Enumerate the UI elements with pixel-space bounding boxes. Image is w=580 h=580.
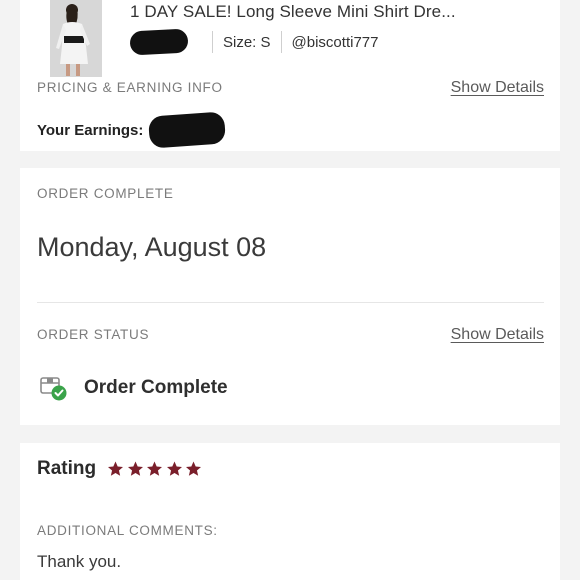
order-complete-date: Monday, August 08 xyxy=(37,232,267,262)
order-status-row: Order Complete xyxy=(39,374,228,402)
box-check-icon xyxy=(40,377,67,401)
earnings-row: Your Earnings: xyxy=(37,111,227,149)
dress-photo-icon xyxy=(50,0,102,77)
rating-row: Rating xyxy=(37,458,204,480)
meta-divider xyxy=(212,31,213,53)
star-icon xyxy=(127,461,143,476)
meta-divider xyxy=(280,31,282,53)
redacted-earnings xyxy=(148,111,227,149)
star-icon xyxy=(166,461,182,476)
earnings-label: Your Earnings: xyxy=(37,121,144,139)
star-icon xyxy=(147,461,163,476)
pricing-show-details-link[interactable]: Show Details xyxy=(451,79,544,97)
seller-username[interactable]: @biscotti777 xyxy=(292,34,379,51)
order-status-text: Order Complete xyxy=(84,377,228,398)
order-card: ORDER COMPLETE Monday, August 08 ORDER S… xyxy=(20,168,560,425)
status-show-details-link[interactable]: Show Details xyxy=(451,326,544,344)
rating-label: Rating xyxy=(37,458,97,479)
order-details-page: 1 DAY SALE! Long Sleeve Mini Shirt Dre..… xyxy=(20,0,560,580)
order-complete-label: ORDER COMPLETE xyxy=(37,186,174,201)
listing-card: 1 DAY SALE! Long Sleeve Mini Shirt Dre..… xyxy=(20,0,560,151)
rating-stars xyxy=(106,460,204,478)
listing-title[interactable]: 1 DAY SALE! Long Sleeve Mini Shirt Dre..… xyxy=(130,2,456,22)
order-status-label: ORDER STATUS xyxy=(37,327,150,342)
star-icon xyxy=(108,461,124,476)
listing-size: Size: S xyxy=(223,33,271,51)
redacted-price xyxy=(129,28,189,56)
comment-text: Thank you. xyxy=(37,552,122,571)
section-divider xyxy=(37,302,544,303)
rating-card: Rating ADDITIONAL COMMENTS: Thank you. xyxy=(20,443,560,580)
comments-label: ADDITIONAL COMMENTS: xyxy=(37,523,218,538)
pricing-section-label: PRICING & EARNING INFO xyxy=(37,80,223,95)
star-icon xyxy=(186,461,202,476)
listing-thumbnail[interactable] xyxy=(50,0,102,77)
listing-meta: Size: S @biscotti777 xyxy=(129,28,379,56)
